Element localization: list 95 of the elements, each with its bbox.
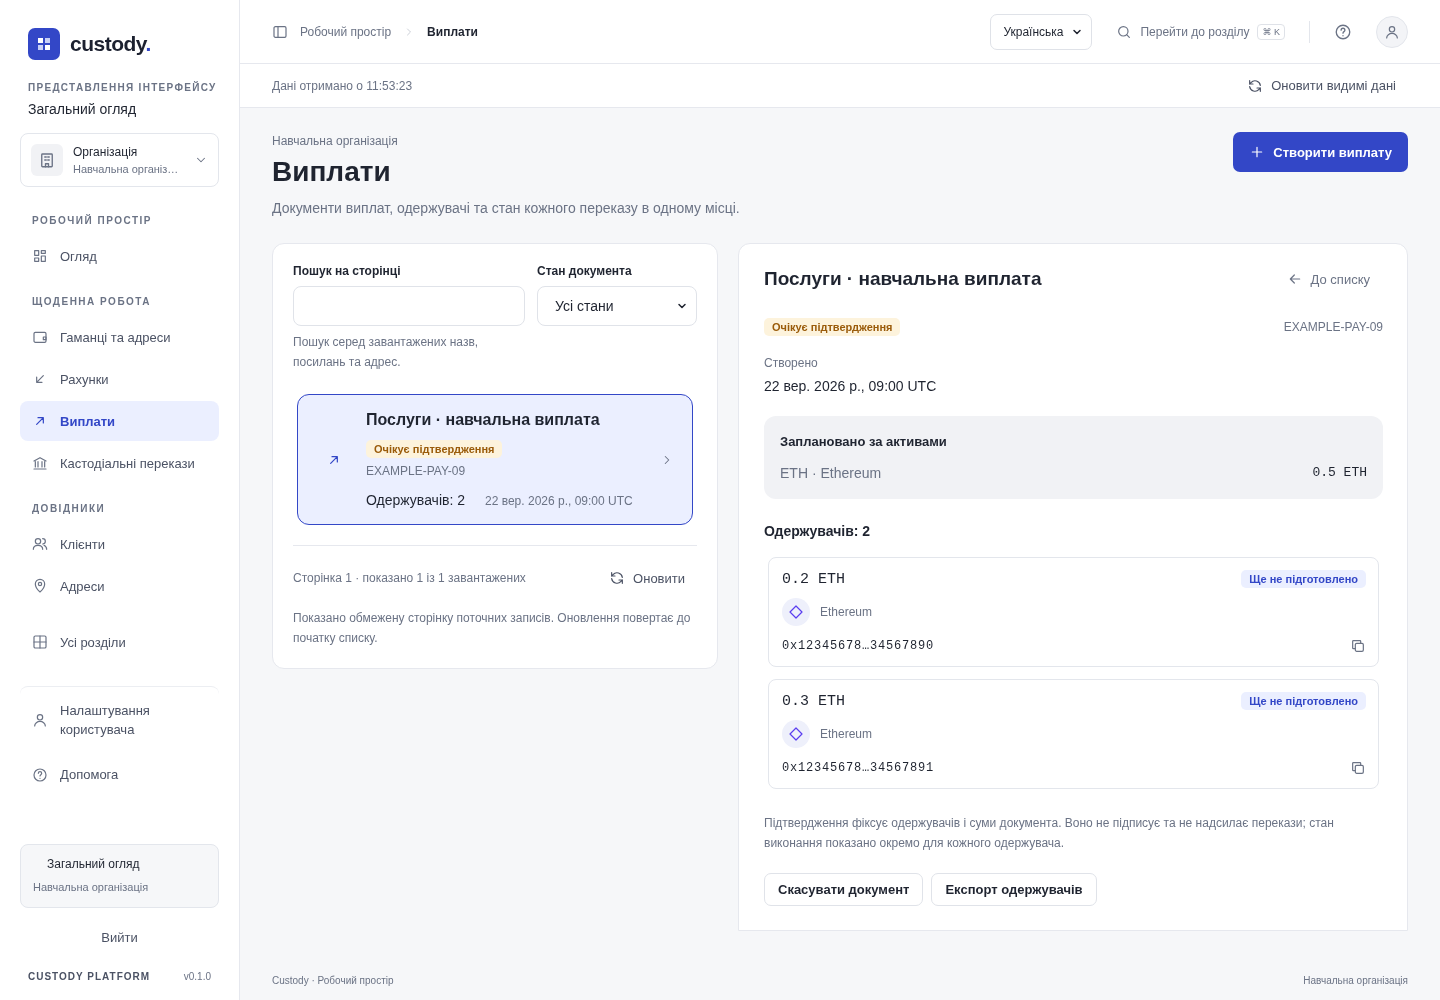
menu-item[interactable]: Допомога	[20, 759, 219, 790]
search-input[interactable]	[293, 286, 525, 326]
field-label: Пошук на сторінці	[293, 264, 402, 278]
refresh-button[interactable]: Оновити	[609, 570, 685, 586]
created-date: 22 вер. 2026 р., 09:00 UTC	[764, 378, 938, 394]
payout-list-item[interactable]: Послуги · навчальна виплата Очікує підтвердження EXAMPLE-PAY-09 Одержувачів: 2 22 вер. 2026 р., 09:00 UTC	[297, 394, 693, 525]
note-text: Підтвердження фіксує одержувачів і суми документа. Воно не підписує та не надсилає перекази; стан виконання показано окремо для кожного одержувача.	[764, 815, 1335, 852]
grid-icon	[32, 634, 48, 650]
grid-icon	[32, 248, 48, 264]
nav-item[interactable]: Адреси	[20, 566, 219, 606]
status-badge: Очікує підтвердження	[366, 440, 503, 458]
nav-item[interactable]: Рахунки	[20, 359, 219, 399]
breadcrumb-link[interactable]: Робочий простір	[300, 24, 392, 39]
reference-code: EXAMPLE-PAY-09	[1283, 320, 1383, 334]
organization-select[interactable]: Організація Навчальна організ…	[20, 133, 219, 187]
wallet-icon	[32, 329, 48, 345]
organization-name: Навчальна організація	[272, 134, 399, 148]
copy-button[interactable]	[1350, 638, 1366, 654]
recipients-heading: Одержувачів: 2	[764, 523, 872, 539]
recipient-amount: 0.2 ETH	[782, 570, 845, 588]
section-heading: РОБОЧИЙ ПРОСТІР	[31, 213, 153, 228]
network-name: Ethereum	[820, 727, 873, 741]
status-badge: Очікує підтвердження	[764, 318, 901, 336]
hint-text: Пошук серед завантажених назв, посилань та адрес.	[293, 334, 480, 371]
context-subtitle: Навчальна організація	[33, 881, 150, 893]
wallet-address: 0x12345678…34567890	[782, 639, 935, 653]
page-title: Виплати	[272, 156, 392, 188]
refresh-icon	[1247, 77, 1264, 94]
item-date: 22 вер. 2026 р., 09:00 UTC	[485, 494, 633, 508]
sidebar-toggle-button[interactable]	[272, 23, 288, 40]
search-field[interactable]: Перейти до розділу ⌘ K	[1116, 23, 1285, 40]
asset-amount: 0.5 ETH	[1312, 465, 1367, 481]
status-badge: Ще не підготовлено	[1241, 570, 1366, 588]
nav-item[interactable]: Кастодіальні перекази	[20, 443, 219, 483]
status-badge: Ще не підготовлено	[1241, 692, 1366, 710]
footer-text: Навчальна організація	[1303, 974, 1408, 986]
fetched-time: Дані отримано о 11:53:23	[272, 78, 413, 93]
refresh-button[interactable]: Оновити видимі дані	[1247, 77, 1396, 94]
product-name: CUSTODY PLATFORM	[28, 971, 151, 982]
nav-item[interactable]: Клієнти	[20, 524, 219, 564]
field-label: Стан документа	[537, 264, 633, 278]
pagination-text: Сторінка 1 · показано 1 із 1 завантажених	[293, 571, 526, 585]
users-icon	[32, 536, 48, 552]
nav-item[interactable]: Огляд	[20, 236, 219, 276]
shortcut-key: ⌘ K	[1257, 23, 1285, 40]
status-select[interactable]: Усі стани	[537, 286, 697, 326]
org-label: Організація	[73, 145, 139, 159]
note-text: Показано обмежену сторінку поточних записів. Оновлення повертає до початку списку.	[293, 610, 692, 647]
nav-item[interactable]: Гаманці та адреси	[20, 317, 219, 357]
action-button[interactable]: Експорт одержувачів	[931, 873, 1097, 906]
version-label: v0.1.0	[183, 971, 211, 982]
section-label: ПРЕДСТАВЛЕННЯ ІНТЕРФЕЙСУ	[27, 82, 218, 93]
nav-item[interactable]: Виплати	[20, 401, 219, 441]
user-icon	[32, 712, 48, 728]
language-select[interactable]: Українська	[990, 13, 1093, 50]
org-value: Навчальна організ…	[73, 163, 180, 175]
sidebar-icon	[272, 23, 288, 40]
panel-title: Заплановано за активами	[780, 434, 948, 449]
recipient-count: Одержувачів: 2	[366, 492, 465, 508]
reference-code: EXAMPLE-PAY-09	[366, 464, 467, 478]
created-label: Створено	[764, 356, 819, 370]
asset-name: ETH · Ethereum	[780, 465, 882, 481]
recipient-amount: 0.3 ETH	[782, 692, 845, 710]
breadcrumb-current: Виплати	[427, 24, 478, 39]
avatar-button[interactable]	[1376, 15, 1408, 48]
help-icon	[32, 766, 48, 783]
copy-button[interactable]	[1350, 760, 1366, 776]
refresh-icon	[609, 570, 626, 586]
brand-name: custody.	[70, 32, 151, 56]
context-title: Загальний огляд	[46, 857, 141, 871]
detail-title: Послуги · навчальна виплата	[764, 268, 1042, 290]
page-description: Документи виплат, одержувачі та стан кожного переказу в одному місці.	[272, 200, 740, 216]
action-button[interactable]: Скасувати документ	[764, 873, 924, 906]
nav-item[interactable]: Усі розділи	[20, 622, 219, 662]
search-icon	[1116, 23, 1133, 40]
bank-icon	[32, 455, 48, 471]
help-icon	[1334, 22, 1352, 41]
item-title: Послуги · навчальна виплата	[366, 411, 601, 429]
footer-text: Custody · Робочий простір	[272, 974, 394, 986]
logout-button[interactable]: Вийти	[20, 930, 219, 945]
help-button[interactable]	[1334, 22, 1352, 41]
copy-icon	[1350, 760, 1366, 776]
user-icon	[1384, 23, 1400, 40]
wallet-address: 0x12345678…34567891	[782, 761, 935, 775]
view-name: Загальний огляд	[27, 101, 138, 117]
network-name: Ethereum	[820, 605, 873, 619]
map-pin-icon	[32, 578, 48, 594]
create-payout-button[interactable]: Створити виплату	[1233, 132, 1408, 172]
section-heading: ЩОДЕННА РОБОТА	[31, 295, 153, 309]
section-heading: ДОВІДНИКИ	[31, 502, 107, 516]
copy-icon	[1350, 638, 1366, 654]
menu-item[interactable]: Налаштування користувача	[20, 695, 219, 745]
back-link[interactable]: До списку	[1286, 271, 1370, 287]
building-icon	[31, 144, 63, 176]
logo-icon	[28, 28, 60, 60]
